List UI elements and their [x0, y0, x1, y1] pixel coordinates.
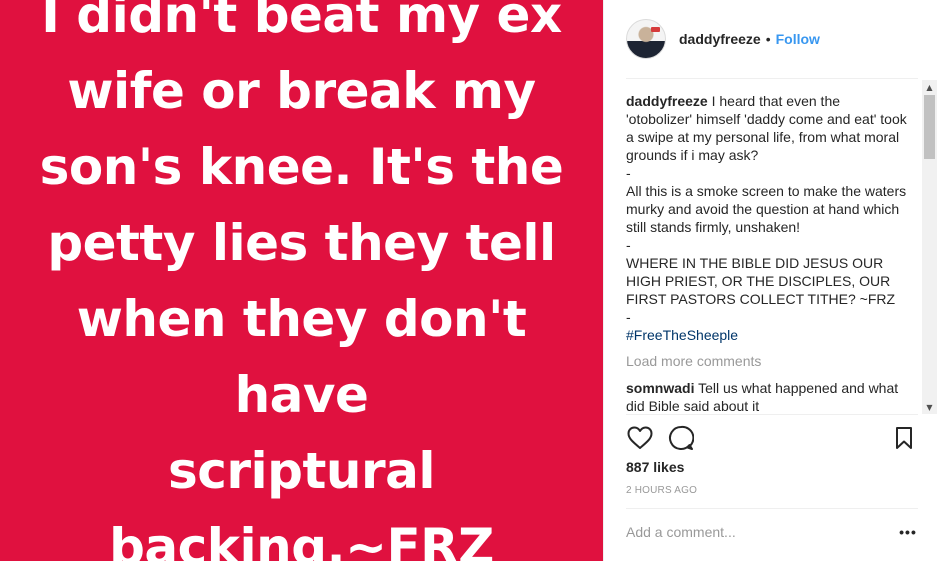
comment-item: somnwadi Tell us what happened and what … — [626, 379, 908, 414]
bookmark-icon-graphic — [896, 427, 912, 449]
more-options-icon[interactable]: ••• — [896, 522, 920, 542]
post-header: daddyfreeze • Follow — [626, 18, 918, 60]
action-bar — [626, 424, 918, 454]
add-comment-input[interactable] — [626, 522, 886, 542]
scrollbar-thumb[interactable] — [924, 95, 935, 159]
comments-scrollbar[interactable]: ▲ ▼ — [922, 80, 937, 414]
post-timestamp[interactable]: 2 HOURS AGO — [626, 485, 697, 496]
comment-box-divider — [626, 508, 918, 509]
header-separator: • — [765, 31, 771, 47]
caption: daddyfreeze I heard that even the 'otobo… — [626, 92, 908, 344]
caption-text-6: - — [626, 309, 631, 325]
bookmark-icon[interactable] — [890, 424, 918, 452]
hashtag-link[interactable]: #FreeTheSheeple — [626, 326, 908, 344]
post-image[interactable]: I didn't beat my ex wife or break my son… — [0, 0, 603, 576]
likes-count[interactable]: 887 likes — [626, 459, 684, 475]
comment-bubble-icon-graphic — [669, 425, 694, 450]
caption-text-2: - — [626, 165, 631, 181]
comments-list[interactable]: daddyfreeze I heard that even the 'otobo… — [626, 92, 908, 414]
caption-text-3: All this is a smoke screen to make the w… — [626, 183, 907, 235]
post-image-text: I didn't beat my ex wife or break my son… — [39, 0, 564, 576]
avatar-badge — [651, 27, 660, 32]
caption-username[interactable]: daddyfreeze — [626, 93, 708, 109]
scroll-down-arrow-icon[interactable]: ▼ — [922, 400, 937, 414]
load-more-comments[interactable]: Load more comments — [626, 352, 908, 370]
post-sidebar: daddyfreeze • Follow daddyfreeze I heard… — [603, 0, 938, 561]
heart-icon-graphic — [627, 426, 653, 449]
heart-icon[interactable] — [626, 424, 654, 452]
caption-text-5: WHERE IN THE BIBLE DID JESUS OUR HIGH PR… — [626, 255, 896, 307]
avatar[interactable] — [626, 19, 666, 59]
actions-divider — [626, 414, 918, 415]
caption-text-4: - — [626, 237, 631, 253]
scroll-up-arrow-icon[interactable]: ▲ — [922, 80, 937, 94]
follow-button[interactable]: Follow — [776, 31, 820, 47]
comment-username[interactable]: somnwadi — [626, 380, 694, 396]
header-username[interactable]: daddyfreeze — [679, 31, 761, 47]
header-divider — [626, 78, 918, 79]
comment-bubble-icon[interactable] — [667, 424, 695, 452]
